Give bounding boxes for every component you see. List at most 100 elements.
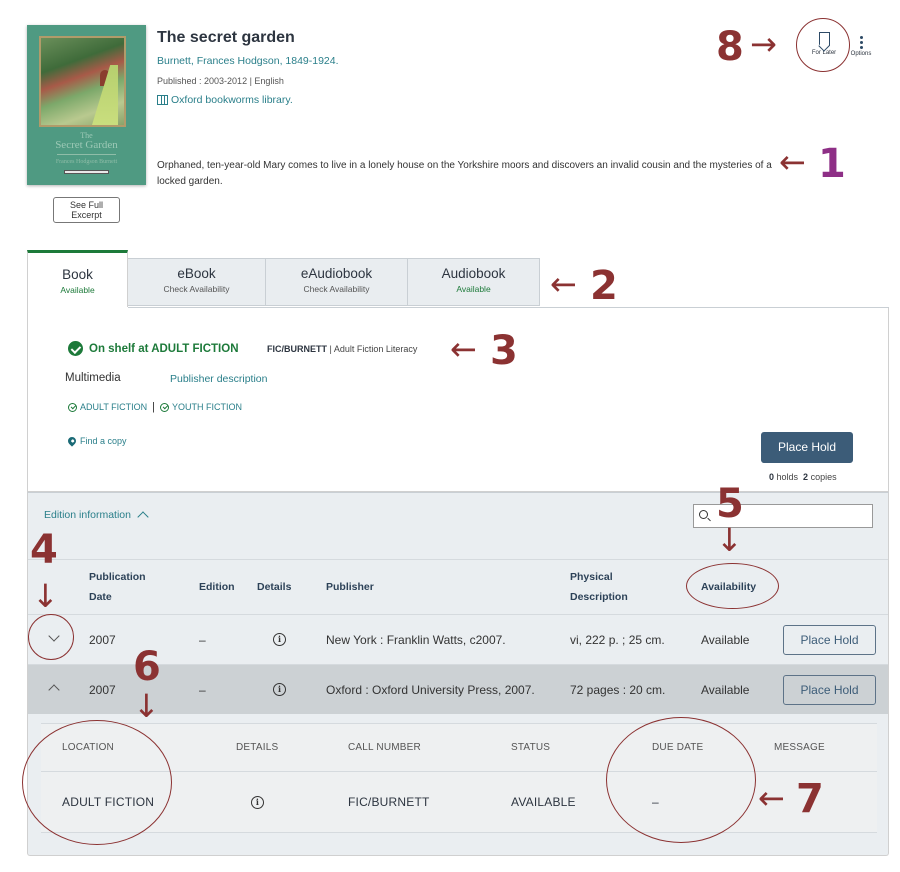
header-publisher: Publisher [326, 581, 374, 593]
annotation-number-7: 7 [796, 776, 824, 822]
location-list: ADULT FICTION | YOUTH FICTION [68, 401, 242, 413]
annotation-circle-due-date [606, 717, 756, 843]
tab-ebook[interactable]: eBook Check Availability [128, 258, 266, 306]
annotation-number-1: 1 [818, 141, 846, 187]
edition-availability: Available [701, 632, 750, 647]
multimedia-label: Multimedia [65, 372, 121, 384]
series-link[interactable]: Oxford bookworms library. [157, 94, 293, 106]
search-icon [699, 510, 708, 519]
edition-details-button[interactable]: i [273, 683, 286, 696]
cover-title-line2: Secret Garden [55, 139, 118, 151]
holds-copies-summary: 0 holds 2 copies [769, 472, 837, 482]
header-item-details: DETAILS [236, 742, 279, 753]
copies-label: copies [808, 472, 837, 482]
tab-eaudiobook[interactable]: eAudiobook Check Availability [266, 258, 408, 306]
call-number: FIC/BURNETT [267, 344, 327, 354]
on-shelf-status: On shelf at ADULT FICTION [68, 341, 239, 356]
see-full-excerpt-button[interactable]: See Full Excerpt [53, 197, 120, 223]
book-cover[interactable]: The Secret Garden Frances Hodgson Burnet… [27, 25, 146, 185]
publication-info: Published : 2003-2012 | English [157, 76, 284, 86]
annotation-circle-location [22, 720, 172, 845]
info-icon: i [251, 795, 264, 809]
format-tabs: Book Available eBook Check Availability … [27, 250, 540, 307]
options-label: Options [850, 51, 872, 57]
annotation-number-6: 6 [133, 644, 161, 690]
collapse-row-chevron-up-icon[interactable] [48, 682, 60, 694]
cover-author: Frances Hodgson Burnett [55, 159, 118, 165]
tab-book-status: Available [60, 285, 95, 295]
map-pin-icon [66, 435, 78, 447]
tab-book-name: Book [62, 267, 93, 282]
cover-publisher-logo [64, 170, 109, 174]
annotation-number-8: 8 [716, 24, 744, 70]
annotation-arrow-down-icon: ↓ [133, 687, 160, 725]
annotation-arrow-left-icon: ← [758, 779, 785, 817]
annotation-circle-expand-toggle [28, 614, 74, 660]
tab-book[interactable]: Book Available [27, 250, 128, 307]
annotation-number-4: 4 [30, 527, 58, 573]
tab-audiobook-name: Audiobook [441, 266, 506, 281]
annotation-arrow-left-icon: ← [450, 330, 477, 368]
excerpt-label: See Full Excerpt [69, 200, 104, 220]
edition-number: – [199, 632, 206, 647]
call-number-info: FIC/BURNETT | Adult Fiction Literacy [267, 344, 417, 354]
item-details-button[interactable]: i [251, 795, 264, 809]
place-hold-button[interactable]: Place Hold [761, 432, 853, 463]
item-status: AVAILABLE [511, 795, 576, 809]
edition-availability: Available [701, 682, 750, 697]
item-call-number: FIC/BURNETT [348, 795, 430, 809]
edition-information-label: Edition information [44, 509, 131, 521]
tab-audiobook-status: Available [456, 284, 491, 294]
header-publication-date: Publication Date [89, 571, 146, 603]
header-details: Details [257, 581, 292, 593]
tab-ebook-status: Check Availability [163, 284, 230, 294]
collection-name: | Adult Fiction Literacy [327, 344, 418, 354]
edition-details-button[interactable]: i [273, 633, 286, 646]
cover-artwork [39, 36, 126, 127]
edition-publisher: New York : Franklin Watts, c2007. [326, 632, 506, 647]
header-physical-description: Physical Description [570, 571, 628, 603]
edition-place-hold-button[interactable]: Place Hold [783, 625, 876, 655]
edition-publication-date: 2007 [89, 682, 116, 697]
annotation-circle-for-later [796, 18, 850, 72]
check-circle-icon [68, 341, 83, 356]
tab-eaudiobook-status: Check Availability [303, 284, 370, 294]
edition-number: – [199, 682, 206, 697]
annotation-arrow-down-icon: ↓ [32, 577, 59, 615]
info-icon: i [273, 633, 286, 646]
header-call-number: CALL NUMBER [348, 742, 421, 753]
header-edition: Edition [199, 581, 235, 593]
edition-physical-description: vi, 222 p. ; 25 cm. [570, 632, 665, 647]
tab-audiobook[interactable]: Audiobook Available [408, 258, 540, 306]
chevron-up-icon [137, 511, 149, 523]
holds-label: holds [774, 472, 804, 482]
edition-publisher: Oxford : Oxford University Press, 2007. [326, 682, 535, 697]
check-icon [160, 402, 170, 412]
annotation-arrow-down-icon: ↓ [716, 521, 743, 559]
publisher-description-link[interactable]: Publisher description [170, 373, 267, 385]
edition-physical-description: 72 pages : 20 cm. [570, 682, 666, 697]
annotation-number-5: 5 [716, 481, 744, 527]
options-button[interactable]: Options [848, 36, 874, 57]
tab-eaudiobook-name: eAudiobook [300, 266, 373, 281]
series-label: Oxford bookworms library. [171, 94, 293, 106]
on-shelf-text: On shelf at ADULT FICTION [89, 342, 239, 355]
info-icon: i [273, 683, 286, 696]
series-books-icon [157, 95, 168, 105]
location-adult-fiction[interactable]: ADULT FICTION [80, 402, 147, 412]
edition-place-hold-button[interactable]: Place Hold [783, 675, 876, 705]
record-title: The secret garden [157, 29, 295, 46]
edition-publication-date: 2007 [89, 632, 116, 647]
edition-information-toggle[interactable]: Edition information [44, 509, 149, 523]
check-icon [68, 402, 77, 412]
find-a-copy-link[interactable]: Find a copy [66, 435, 127, 447]
tab-ebook-name: eBook [177, 266, 216, 281]
kebab-menu-icon [859, 36, 863, 49]
author-link[interactable]: Burnett, Frances Hodgson, 1849-1924. [157, 55, 339, 67]
header-message: MESSAGE [774, 742, 825, 753]
location-youth-fiction[interactable]: YOUTH FICTION [172, 402, 242, 412]
find-a-copy-label: Find a copy [80, 436, 127, 446]
annotation-circle-availability [686, 563, 779, 609]
location-separator: | [152, 401, 156, 413]
annotation-arrow-left-icon: ← [550, 265, 577, 303]
